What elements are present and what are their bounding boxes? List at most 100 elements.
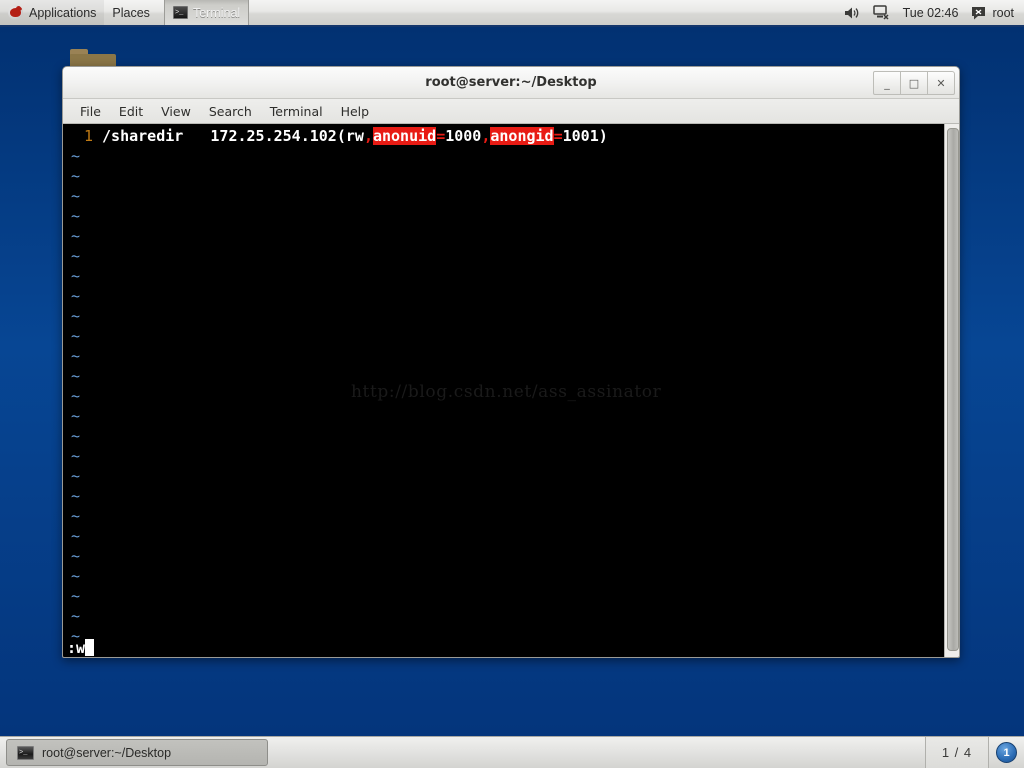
vim-tilde-marker: ~ <box>71 207 81 225</box>
menu-edit[interactable]: Edit <box>110 102 152 121</box>
workspace-switcher[interactable]: 1 / 4 <box>925 737 989 768</box>
user-menu[interactable]: root <box>971 6 1014 20</box>
vim-text-segment: 1000 <box>445 127 482 145</box>
terminal-window[interactable]: root@server:~/Desktop _ □ ✕ File Edit Vi… <box>62 66 960 658</box>
vim-tilde-marker: ~ <box>71 347 81 365</box>
vim-text-segment: anonuid <box>372 127 437 145</box>
vim-tilde-marker: ~ <box>71 267 81 285</box>
vim-empty-line: ~ <box>67 206 944 226</box>
places-menu[interactable]: Places <box>104 0 158 25</box>
vim-status-line: :w <box>63 637 944 657</box>
vim-line-1: 1 /sharedir 172.25.254.102(rw,anonuid=10… <box>67 126 944 146</box>
vim-tilde-marker: ~ <box>71 607 81 625</box>
vim-tilde-marker: ~ <box>71 527 81 545</box>
vim-empty-line: ~ <box>67 226 944 246</box>
places-menu-label: Places <box>112 5 150 20</box>
maximize-button[interactable]: □ <box>900 71 928 95</box>
vim-empty-line: ~ <box>67 546 944 566</box>
vim-empty-line: ~ <box>67 146 944 166</box>
menubar: File Edit View Search Terminal Help <box>63 99 959 124</box>
vim-tilde-marker: ~ <box>71 167 81 185</box>
vim-text-segment: /sharedir 172.25.254.102(rw <box>102 127 364 145</box>
vim-empty-line: ~ <box>67 486 944 506</box>
window-titlebar[interactable]: root@server:~/Desktop _ □ ✕ <box>63 67 959 99</box>
vim-tilde-marker: ~ <box>71 227 81 245</box>
vim-tilde-marker: ~ <box>71 447 81 465</box>
system-tray: Tue 02:46 root <box>844 5 1024 20</box>
scrollbar-thumb[interactable] <box>947 128 959 651</box>
vim-line-number: 1 <box>83 127 93 145</box>
volume-speaker-icon <box>844 6 860 20</box>
clock-label: Tue 02:46 <box>902 5 959 20</box>
vim-empty-line: ~ <box>67 446 944 466</box>
vim-empty-line: ~ <box>67 266 944 286</box>
menu-help[interactable]: Help <box>332 102 379 121</box>
terminal-icon: >_ <box>17 745 34 760</box>
network-disconnected-icon <box>872 5 890 20</box>
vim-empty-line: ~ <box>67 526 944 546</box>
vim-empty-line: ~ <box>67 306 944 326</box>
menu-view[interactable]: View <box>152 102 200 121</box>
vim-tilde-marker: ~ <box>71 587 81 605</box>
vim-tilde-marker: ~ <box>71 387 81 405</box>
vim-empty-line: ~ <box>67 426 944 446</box>
vim-empty-line: ~ <box>67 506 944 526</box>
clock[interactable]: Tue 02:46 <box>903 6 959 20</box>
close-button[interactable]: ✕ <box>927 71 955 95</box>
watermark-text: http://blog.csdn.net/ass_assinator <box>351 382 662 402</box>
applications-menu-label: Applications <box>29 5 97 20</box>
vim-tilde-marker: ~ <box>71 307 81 325</box>
vim-tilde-marker: ~ <box>71 567 81 585</box>
vim-tilde-marker: ~ <box>71 547 81 565</box>
terminal-scrollbar[interactable] <box>944 124 959 657</box>
menu-file[interactable]: File <box>71 102 110 121</box>
vim-text-segment: = <box>436 127 446 145</box>
vim-tilde-marker: ~ <box>71 427 81 445</box>
terminal-body[interactable]: 1 /sharedir 172.25.254.102(rw,anonuid=10… <box>63 124 959 657</box>
vim-text-segment: anongid <box>490 127 554 145</box>
applications-menu[interactable]: Applications <box>0 0 105 25</box>
user-status-icon <box>971 6 986 20</box>
vim-text-segment: 1001) <box>562 127 608 145</box>
redhat-logo-icon <box>8 5 23 20</box>
user-menu-label: root <box>992 5 1014 20</box>
vim-empty-line: ~ <box>67 566 944 586</box>
cursor-block <box>85 639 95 656</box>
vim-empty-line: ~ <box>67 346 944 366</box>
vim-tilde-marker: ~ <box>71 407 81 425</box>
vim-empty-line: ~ <box>67 586 944 606</box>
bottom-panel-right: 1 / 4 1 <box>925 737 1024 768</box>
vim-text-segment: = <box>553 127 563 145</box>
menu-search[interactable]: Search <box>200 102 261 121</box>
window-title: root@server:~/Desktop <box>425 75 597 90</box>
terminal-text-area[interactable]: 1 /sharedir 172.25.254.102(rw,anonuid=10… <box>63 124 944 657</box>
vim-text-segment: , <box>363 127 373 145</box>
window-task-terminal[interactable]: >_ Terminal <box>163 0 250 25</box>
top-panel: Applications Places >_ Terminal Tue 02:4… <box>0 0 1024 27</box>
window-task-terminal-label: Terminal <box>192 5 241 20</box>
vim-tilde-marker: ~ <box>71 367 81 385</box>
vim-tilde-marker: ~ <box>71 487 81 505</box>
vim-empty-line: ~ <box>67 326 944 346</box>
minimize-button[interactable]: _ <box>873 71 901 95</box>
bottom-panel: >_ root@server:~/Desktop 1 / 4 1 <box>0 736 1024 768</box>
notification-badge[interactable]: 1 <box>996 742 1017 763</box>
window-controls: _ □ ✕ <box>873 71 955 95</box>
network-tray-item[interactable] <box>872 5 890 20</box>
vim-empty-line: ~ <box>67 166 944 186</box>
vim-empty-line: ~ <box>67 286 944 306</box>
vim-empty-line: ~ <box>67 606 944 626</box>
vim-tilde-marker: ~ <box>71 247 81 265</box>
vim-tilde-marker: ~ <box>71 287 81 305</box>
vim-empty-line: ~ <box>67 406 944 426</box>
taskbar-item-label: root@server:~/Desktop <box>42 745 172 760</box>
menu-terminal[interactable]: Terminal <box>261 102 332 121</box>
vim-tilde-marker: ~ <box>71 147 81 165</box>
vim-empty-line: ~ <box>67 466 944 486</box>
vim-command-text: :w <box>67 639 86 657</box>
vim-tilde-marker: ~ <box>71 327 81 345</box>
terminal-icon: >_ <box>172 6 188 19</box>
vim-empty-line: ~ <box>67 246 944 266</box>
taskbar-item-terminal[interactable]: >_ root@server:~/Desktop <box>6 739 268 766</box>
volume-tray-item[interactable] <box>844 6 860 20</box>
